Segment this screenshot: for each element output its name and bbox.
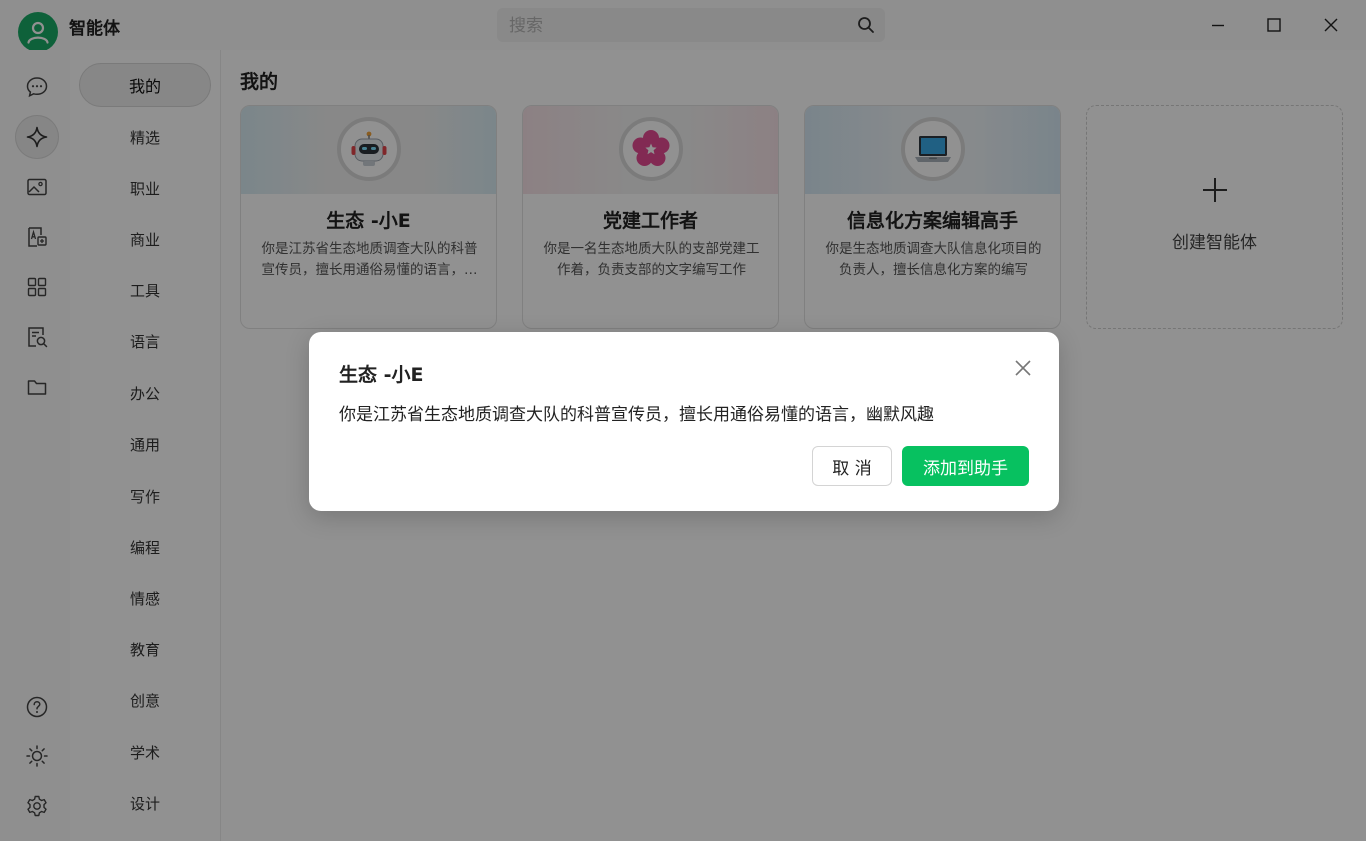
agent-detail-dialog: 生态 -小E 你是江苏省生态地质调查大队的科普宣传员，擅长用通俗易懂的语言，幽默… bbox=[309, 332, 1059, 511]
dialog-description: 你是江苏省生态地质调查大队的科普宣传员，擅长用通俗易懂的语言，幽默风趣 bbox=[339, 405, 934, 425]
close-icon bbox=[1015, 360, 1031, 376]
dialog-title: 生态 -小E bbox=[339, 364, 424, 386]
dialog-close-button[interactable] bbox=[1011, 356, 1035, 380]
add-to-assistant-button[interactable]: 添加到助手 bbox=[902, 446, 1029, 486]
cancel-button[interactable]: 取 消 bbox=[812, 446, 892, 486]
